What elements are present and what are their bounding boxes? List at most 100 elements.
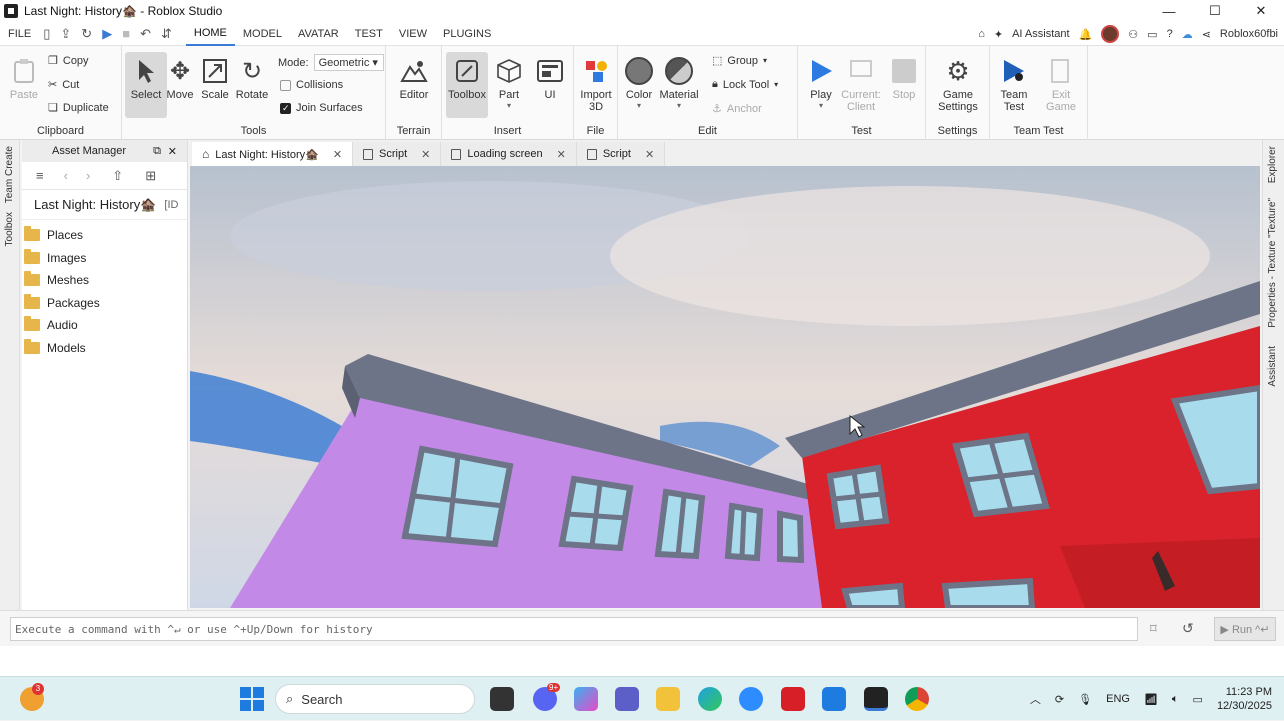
back-icon[interactable]: ‹ (64, 168, 68, 183)
assistant-tab[interactable]: Assistant (1267, 346, 1278, 387)
lock-tool-button[interactable]: 🔒︎ Lock Tool ▾ (712, 78, 778, 91)
folder-audio[interactable]: Audio (22, 314, 187, 337)
new-file-icon[interactable]: ▯ (43, 26, 50, 42)
chrome-icon[interactable] (905, 687, 929, 711)
language-indicator[interactable]: ENG (1106, 693, 1130, 705)
scale-tool-button[interactable]: Scale (194, 52, 236, 101)
close-tab-icon[interactable]: ✕ (333, 148, 342, 161)
mode-dropdown[interactable]: Geometric ▾ (313, 54, 384, 71)
paste-button[interactable]: Paste (4, 52, 44, 101)
tab-loading-screen[interactable]: Loading screen ✕ (441, 142, 577, 166)
avatar[interactable] (1101, 25, 1120, 43)
grid-view-icon[interactable]: ⊞ (145, 168, 156, 184)
lunar-icon[interactable] (781, 687, 805, 711)
maximize-button[interactable]: ☐ (1192, 0, 1238, 22)
forward-icon[interactable]: › (86, 168, 90, 183)
tab-script-2[interactable]: Script ✕ (576, 142, 666, 166)
tab-home[interactable]: HOME (185, 22, 235, 46)
copy-button[interactable]: ❐ Copy (48, 54, 89, 68)
play-dropdown-icon[interactable]: ▾ (800, 101, 842, 110)
3d-viewport[interactable] (190, 166, 1260, 608)
menu-icon[interactable]: ≡ (36, 168, 44, 183)
collapse-ribbon-icon[interactable]: ⌂ (978, 28, 985, 40)
command-input[interactable]: Execute a command with ^↵ or use ^+Up/Do… (10, 617, 1138, 641)
close-button[interactable]: ✕ (1238, 0, 1284, 22)
stop-button[interactable]: Stop (883, 52, 925, 101)
tab-view[interactable]: VIEW (391, 22, 435, 46)
chat-icon[interactable]: ▭ (1147, 28, 1157, 41)
wifi-icon[interactable]: 📶︎ (1144, 693, 1158, 706)
anchor-button[interactable]: ⚓︎ Anchor (712, 102, 762, 116)
collisions-toggle[interactable]: Collisions (280, 79, 343, 91)
play-button[interactable]: Play ▾ (800, 52, 842, 110)
close-tab-icon[interactable]: ✕ (557, 148, 566, 161)
share-icon[interactable]: ⋖ (1202, 28, 1211, 41)
battery-icon[interactable]: ▭ (1193, 693, 1203, 706)
collisions-checkbox[interactable] (280, 79, 291, 91)
start-button[interactable] (240, 687, 264, 711)
quick-play-icon[interactable]: ▶ (102, 26, 112, 42)
upload-icon[interactable]: ⇧ (112, 168, 123, 184)
join-surfaces-checkbox[interactable] (280, 102, 291, 114)
group-button[interactable]: ⬚ Group ▾ (712, 54, 767, 68)
folder-images[interactable]: Images (22, 247, 187, 270)
material-button[interactable]: Material ▾ (658, 52, 700, 110)
add-friend-icon[interactable]: ⚇ (1128, 28, 1138, 41)
rotate-tool-button[interactable]: ↻ Rotate (231, 52, 273, 102)
tab-plugins[interactable]: PLUGINS (435, 22, 499, 46)
zoom-icon[interactable] (739, 687, 763, 711)
game-settings-button[interactable]: ⚙ Game Settings (937, 52, 979, 114)
tab-place[interactable]: ⌂ Last Night: History🏚️ ✕ (192, 142, 354, 166)
run-button[interactable]: ▶ Run ^↵ (1214, 617, 1276, 641)
folder-places[interactable]: Places (22, 224, 187, 247)
history-icon[interactable]: ↺ (1182, 620, 1194, 637)
clock[interactable]: 11:23 PM 12/30/2025 (1217, 685, 1272, 713)
popout-icon[interactable]: ⧉ (153, 145, 161, 158)
teams-icon[interactable] (615, 687, 639, 711)
sync-icon[interactable]: ⟳ (1055, 693, 1064, 706)
folder-meshes[interactable]: Meshes (22, 269, 187, 292)
store-icon[interactable] (822, 687, 846, 711)
join-surfaces-toggle[interactable]: Join Surfaces (280, 102, 363, 114)
taskbar-search[interactable]: ⌕ Search (275, 684, 475, 714)
group-dropdown-icon[interactable]: ▾ (763, 56, 767, 65)
file-explorer-icon[interactable] (656, 687, 680, 711)
folder-models[interactable]: Models (22, 337, 187, 360)
part-button[interactable]: Part ▾ (488, 52, 530, 110)
toolbox-tab[interactable]: Toolbox (4, 212, 15, 246)
copilot-icon[interactable] (574, 687, 598, 711)
cut-button[interactable]: ✂ Cut (48, 78, 79, 92)
close-tab-icon[interactable]: ✕ (421, 148, 430, 161)
ui-button[interactable]: UI (529, 52, 571, 101)
menu-file[interactable]: FILE (0, 22, 39, 46)
ai-sparkle-icon[interactable]: ✦ (994, 28, 1003, 41)
color-button[interactable]: Color ▾ (618, 52, 660, 110)
publish-icon[interactable]: ⇪ (60, 26, 71, 42)
username[interactable]: Roblox60fbi (1220, 28, 1278, 40)
task-view-icon[interactable] (490, 687, 514, 711)
help-icon[interactable]: ? (1167, 28, 1173, 40)
bookmark-icon[interactable]: ⌑ (1150, 621, 1157, 637)
properties-tab[interactable]: Properties - Texture "Texture" (1267, 198, 1278, 328)
place-name-row[interactable]: Last Night: History🏚️ [ID (22, 190, 187, 220)
panel-close-icon[interactable]: ✕ (168, 145, 177, 158)
microphone-icon[interactable]: 🎙︎ (1078, 693, 1092, 706)
team-create-tab[interactable]: Team Create (4, 146, 15, 203)
quick-stop-icon[interactable]: ■ (122, 26, 130, 41)
terrain-editor-button[interactable]: Editor (393, 52, 435, 101)
import-3d-button[interactable]: Import 3D (575, 52, 617, 113)
lock-dropdown-icon[interactable]: ▾ (774, 80, 778, 89)
tab-test[interactable]: TEST (347, 22, 391, 46)
cloud-icon[interactable]: ☁ (1182, 28, 1193, 41)
edge-icon[interactable] (698, 687, 722, 711)
duplicate-button[interactable]: ❏ Duplicate (48, 101, 109, 115)
notifications-icon[interactable]: 🔔 (1079, 28, 1093, 41)
redo-history-icon[interactable]: ↻ (81, 26, 92, 42)
show-hidden-icons[interactable]: ︿ (1030, 691, 1041, 707)
tab-script[interactable]: Script ✕ (353, 142, 442, 166)
more-icon[interactable]: ⇵ (161, 26, 172, 42)
explorer-tab[interactable]: Explorer (1267, 146, 1278, 183)
tab-avatar[interactable]: AVATAR (290, 22, 347, 46)
current-client-button[interactable]: Current: Client (840, 52, 882, 113)
material-dropdown-icon[interactable]: ▾ (658, 101, 700, 110)
